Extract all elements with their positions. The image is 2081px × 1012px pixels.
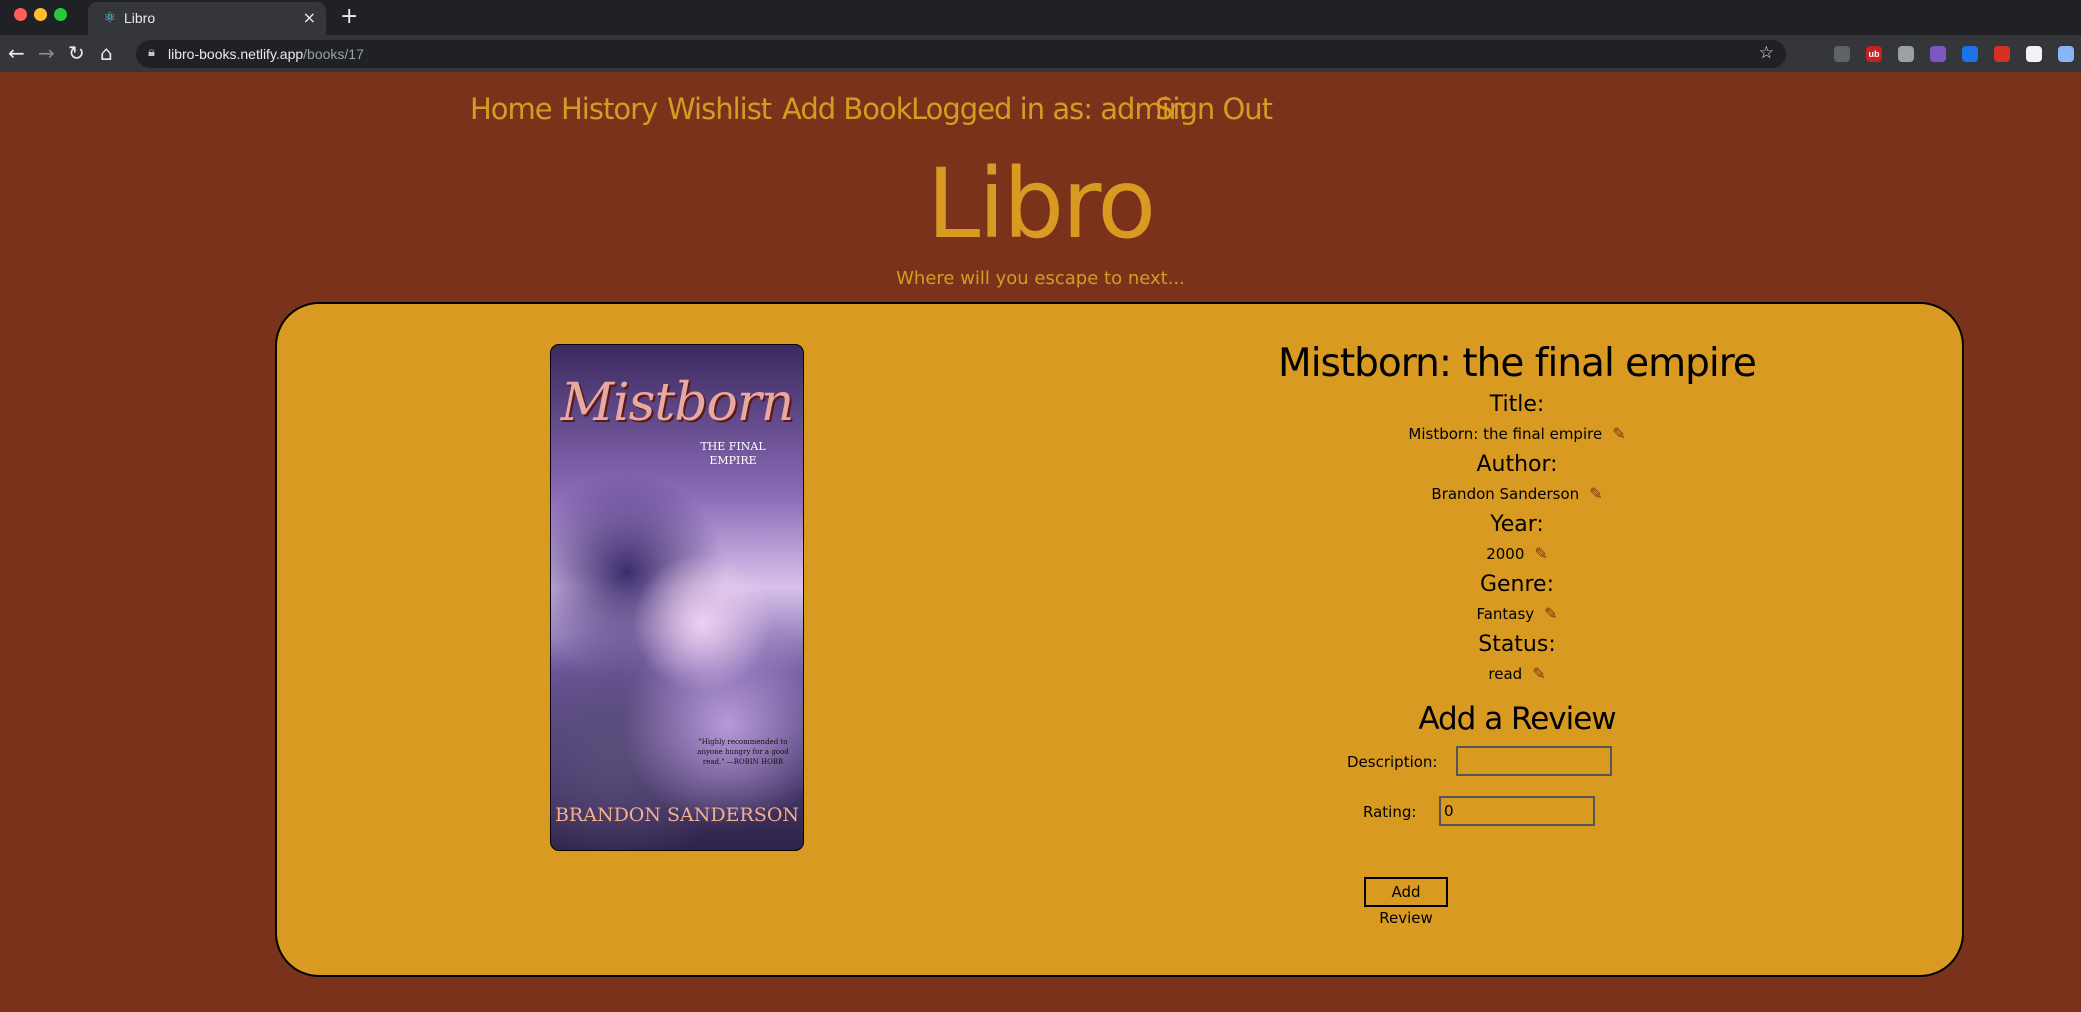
book-details: Mistborn: the final empire Title: Mistbo… <box>1157 339 1877 841</box>
logged-in-user: Logged in as: admin <box>911 92 1187 126</box>
description-input[interactable] <box>1456 746 1612 776</box>
extension-icon[interactable] <box>1898 46 1914 62</box>
title-label: Title: <box>1489 392 1545 417</box>
add-review-button[interactable]: Add Review <box>1364 877 1448 927</box>
profile-avatar[interactable] <box>2058 46 2074 62</box>
back-icon[interactable]: ← <box>8 41 25 65</box>
bookmark-star-icon[interactable]: ☆ <box>1759 43 1774 63</box>
tab-title: Libro <box>124 10 156 26</box>
browser-tab-bar: ⚛ Libro × + <box>0 0 2081 35</box>
extension-icon[interactable]: ub <box>1866 46 1882 62</box>
site-title: Libro <box>926 148 1156 260</box>
extension-icon[interactable] <box>1834 46 1850 62</box>
book-cover-image: Mistborn THE FINAL EMPIRE "Highly recomm… <box>550 344 804 851</box>
status-value: read ✎ <box>1157 659 1877 689</box>
close-window-button[interactable] <box>14 8 27 21</box>
author-value: Brandon Sanderson ✎ <box>1157 479 1877 509</box>
nav-wishlist[interactable]: Wishlist <box>667 92 772 126</box>
author-label: Author: <box>1476 452 1558 477</box>
pencil-icon[interactable]: ✎ <box>1544 599 1557 629</box>
review-heading: Add a Review <box>1418 701 1616 737</box>
extension-icon[interactable] <box>1994 46 2010 62</box>
extension-icon[interactable] <box>2026 46 2042 62</box>
minimize-window-button[interactable] <box>34 8 47 21</box>
genre-label: Genre: <box>1479 572 1555 597</box>
site-tagline: Where will you escape to next... <box>896 268 1185 289</box>
pencil-icon[interactable]: ✎ <box>1612 419 1625 449</box>
year-value: 2000 ✎ <box>1157 539 1877 569</box>
new-tab-button[interactable]: + <box>340 4 358 29</box>
pencil-icon[interactable]: ✎ <box>1534 539 1547 569</box>
url-text: libro-books.netlify.app/books/17 <box>168 46 364 62</box>
book-detail-card: Mistborn THE FINAL EMPIRE "Highly recomm… <box>275 302 1964 977</box>
forward-icon[interactable]: → <box>38 41 55 65</box>
extension-icon[interactable] <box>1962 46 1978 62</box>
main-nav: Home History Wishlist Add Book Logged in… <box>0 92 2081 132</box>
genre-value: Fantasy ✎ <box>1157 599 1877 629</box>
maximize-window-button[interactable] <box>54 8 67 21</box>
browser-tab[interactable]: ⚛ Libro × <box>88 2 326 35</box>
nav-history[interactable]: History <box>561 92 658 126</box>
rating-label: Rating: <box>1363 803 1417 821</box>
rating-input[interactable]: 0 <box>1439 796 1595 826</box>
description-row: Description: <box>1157 741 1877 791</box>
pencil-icon[interactable]: ✎ <box>1532 659 1545 689</box>
browser-toolbar: ← → ↻ ⌂ 🔒︎ libro-books.netlify.app/books… <box>0 35 2081 72</box>
extension-icon[interactable] <box>1930 46 1946 62</box>
reload-icon[interactable]: ↻ <box>68 41 85 65</box>
title-value: Mistborn: the final empire ✎ <box>1157 419 1877 449</box>
book-heading: Mistborn: the final empire <box>1278 341 1757 386</box>
nav-add-book[interactable]: Add Book <box>782 92 913 126</box>
nav-home[interactable]: Home <box>470 92 553 126</box>
react-icon: ⚛ <box>103 10 117 26</box>
description-label: Description: <box>1347 753 1438 771</box>
status-label: Status: <box>1478 632 1556 657</box>
lock-icon: 🔒︎ <box>148 45 155 60</box>
nav-sign-out[interactable]: Sign Out <box>1155 92 1273 126</box>
pencil-icon[interactable]: ✎ <box>1589 479 1602 509</box>
address-bar[interactable]: 🔒︎ libro-books.netlify.app/books/17 ☆ <box>136 40 1786 68</box>
home-icon[interactable]: ⌂ <box>100 41 113 65</box>
rating-row: Rating: 0 <box>1157 791 1877 841</box>
year-label: Year: <box>1490 512 1544 537</box>
close-icon[interactable]: × <box>303 8 316 27</box>
